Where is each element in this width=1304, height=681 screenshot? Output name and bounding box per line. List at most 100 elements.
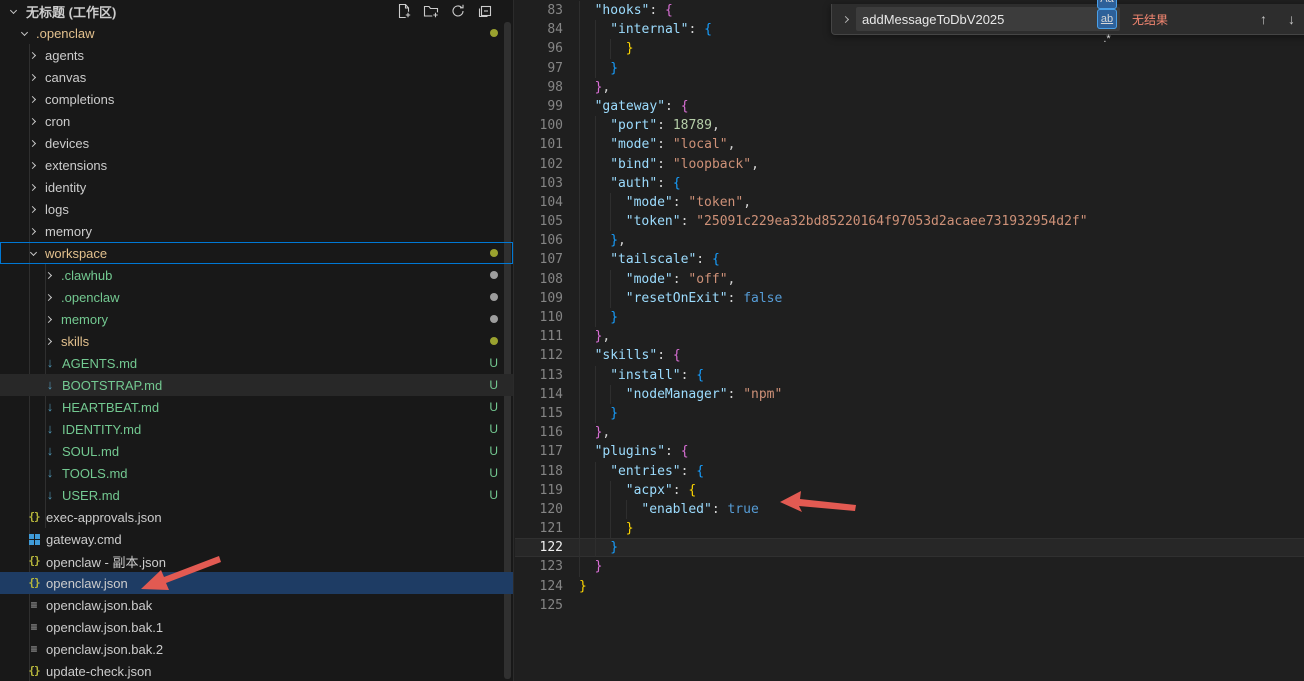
editor-content[interactable]: 83 "hooks": {84 "internal": {96} 97} 98}, 99 "… xyxy=(515,1,1304,615)
tree-item-agents[interactable]: agents xyxy=(0,44,513,66)
code-line-123[interactable]: 123} xyxy=(515,557,1304,576)
chevron-right-icon[interactable] xyxy=(25,183,42,191)
code-line-116[interactable]: 116}, xyxy=(515,423,1304,442)
tree-item-soul.md[interactable]: ↓ SOUL.md U xyxy=(0,440,513,462)
tree-item-user.md[interactable]: ↓ USER.md U xyxy=(0,484,513,506)
code-line-111[interactable]: 111}, xyxy=(515,327,1304,346)
toggle-replace-chevron-icon[interactable] xyxy=(837,4,853,34)
code-line-115[interactable]: 115} xyxy=(515,404,1304,423)
code-line-109[interactable]: 109 "resetOnExit": false xyxy=(515,289,1304,308)
markdown-icon: ↓ xyxy=(46,399,54,414)
code-line-114[interactable]: 114 "nodeManager": "npm" xyxy=(515,385,1304,404)
code-line-104[interactable]: 104 "mode": "token", xyxy=(515,193,1304,212)
find-query-text[interactable]: addMessageToDbV2025 xyxy=(862,12,1095,27)
tree-item-memory[interactable]: memory xyxy=(0,308,513,330)
line-number: 84 xyxy=(547,22,563,38)
chevron-right-icon[interactable] xyxy=(25,117,42,125)
workspace-section-header[interactable]: 无标题 (工作区) xyxy=(0,0,513,22)
tree-item-.clawhub[interactable]: .clawhub xyxy=(0,264,513,286)
tree-item-extensions[interactable]: extensions xyxy=(0,154,513,176)
line-text: "acpx": { xyxy=(563,481,696,500)
tree-item-openclaw-.json[interactable]: {} openclaw - 副本.json xyxy=(0,550,513,572)
tree-item-openclaw.json[interactable]: {} openclaw.json xyxy=(0,572,513,594)
new-file-icon[interactable] xyxy=(394,1,414,21)
code-line-98[interactable]: 98}, xyxy=(515,78,1304,97)
code-line-103[interactable]: 103 "auth": { xyxy=(515,174,1304,193)
tree-item-openclaw.json.bak.2[interactable]: ≡ openclaw.json.bak.2 xyxy=(0,638,513,660)
chevron-right-icon[interactable] xyxy=(41,337,58,345)
match-case-toggle[interactable]: Aa xyxy=(1097,0,1117,9)
json-icon: {} xyxy=(28,510,40,523)
line-text: "gateway": { xyxy=(563,97,689,116)
collapse-folders-icon[interactable] xyxy=(475,1,495,21)
code-line-124[interactable]: 124} xyxy=(515,577,1304,596)
markdown-icon: ↓ xyxy=(46,465,54,480)
code-line-106[interactable]: 106}, xyxy=(515,231,1304,250)
tree-item-.openclaw[interactable]: .openclaw xyxy=(0,22,513,44)
code-line-112[interactable]: 112 "skills": { xyxy=(515,346,1304,365)
code-editor[interactable]: 83 "hooks": {84 "internal": {96} 97} 98}, 99 "… xyxy=(515,0,1304,681)
refresh-explorer-icon[interactable] xyxy=(448,1,468,21)
tree-item-heartbeat.md[interactable]: ↓ HEARTBEAT.md U xyxy=(0,396,513,418)
chevron-down-icon[interactable] xyxy=(25,248,42,256)
line-text xyxy=(563,596,579,615)
chevron-right-icon[interactable] xyxy=(25,95,42,103)
code-line-117[interactable]: 117 "plugins": { xyxy=(515,442,1304,461)
tree-item-devices[interactable]: devices xyxy=(0,132,513,154)
code-line-105[interactable]: 105 "token": "25091c229ea32bd85220164f970… xyxy=(515,212,1304,231)
tree-item-memory[interactable]: memory xyxy=(0,220,513,242)
code-line-113[interactable]: 113 "install": { xyxy=(515,366,1304,385)
code-line-120[interactable]: 120 "enabled": true xyxy=(515,500,1304,519)
regex-toggle[interactable]: .* xyxy=(1097,29,1117,49)
code-line-102[interactable]: 102 "bind": "loopback", xyxy=(515,155,1304,174)
whole-word-toggle[interactable]: ab xyxy=(1097,9,1117,29)
tree-item-label: memory xyxy=(45,223,92,239)
code-line-108[interactable]: 108 "mode": "off", xyxy=(515,270,1304,289)
tree-item-update-check.json[interactable]: {} update-check.json xyxy=(0,660,513,681)
tree-item-bootstrap.md[interactable]: ↓ BOOTSTRAP.md U xyxy=(0,374,513,396)
tree-item-logs[interactable]: logs xyxy=(0,198,513,220)
chevron-right-icon[interactable] xyxy=(25,139,42,147)
chevron-right-icon[interactable] xyxy=(25,51,42,59)
code-line-100[interactable]: 100 "port": 18789, xyxy=(515,116,1304,135)
tree-item-cron[interactable]: cron xyxy=(0,110,513,132)
tree-item-skills[interactable]: skills xyxy=(0,330,513,352)
chevron-right-icon[interactable] xyxy=(41,271,58,279)
code-line-96[interactable]: 96} xyxy=(515,39,1304,58)
tree-item-identity[interactable]: identity xyxy=(0,176,513,198)
chevron-down-icon[interactable] xyxy=(16,28,33,36)
chevron-right-icon[interactable] xyxy=(41,315,58,323)
new-folder-icon[interactable] xyxy=(421,1,441,21)
code-line-125[interactable]: 125 xyxy=(515,596,1304,615)
code-line-118[interactable]: 118 "entries": { xyxy=(515,462,1304,481)
git-untracked-badge: U xyxy=(489,400,498,414)
code-line-119[interactable]: 119 "acpx": { xyxy=(515,481,1304,500)
code-line-110[interactable]: 110} xyxy=(515,308,1304,327)
chevron-right-icon[interactable] xyxy=(25,205,42,213)
chevron-right-icon[interactable] xyxy=(25,161,42,169)
tree-item-completions[interactable]: completions xyxy=(0,88,513,110)
tree-item-canvas[interactable]: canvas xyxy=(0,66,513,88)
tree-item-openclaw.json.bak[interactable]: ≡ openclaw.json.bak xyxy=(0,594,513,616)
chevron-right-icon[interactable] xyxy=(41,293,58,301)
tree-item-tools.md[interactable]: ↓ TOOLS.md U xyxy=(0,462,513,484)
chevron-right-icon[interactable] xyxy=(25,73,42,81)
code-line-99[interactable]: 99 "gateway": { xyxy=(515,97,1304,116)
code-line-121[interactable]: 121} xyxy=(515,519,1304,538)
code-line-122[interactable]: 122} xyxy=(515,538,1304,558)
code-line-101[interactable]: 101 "mode": "local", xyxy=(515,135,1304,154)
tree-item-exec-approvals.json[interactable]: {} exec-approvals.json xyxy=(0,506,513,528)
tree-item-openclaw.json.bak.1[interactable]: ≡ openclaw.json.bak.1 xyxy=(0,616,513,638)
code-line-97[interactable]: 97} xyxy=(515,59,1304,78)
tree-item-agents.md[interactable]: ↓ AGENTS.md U xyxy=(0,352,513,374)
tree-item-workspace[interactable]: workspace xyxy=(0,242,513,264)
tree-item-gateway.cmd[interactable]: gateway.cmd xyxy=(0,528,513,550)
find-input[interactable]: addMessageToDbV2025 Aaab.* xyxy=(856,0,1120,45)
tree-item-identity.md[interactable]: ↓ IDENTITY.md U xyxy=(0,418,513,440)
code-line-107[interactable]: 107 "tailscale": { xyxy=(515,250,1304,269)
windows-cmd-icon xyxy=(25,533,43,545)
tree-item-.openclaw[interactable]: .openclaw xyxy=(0,286,513,308)
previous-match-icon[interactable]: ↑ xyxy=(1260,4,1267,34)
chevron-right-icon[interactable] xyxy=(25,227,42,235)
next-match-icon[interactable]: ↓ xyxy=(1288,4,1295,34)
